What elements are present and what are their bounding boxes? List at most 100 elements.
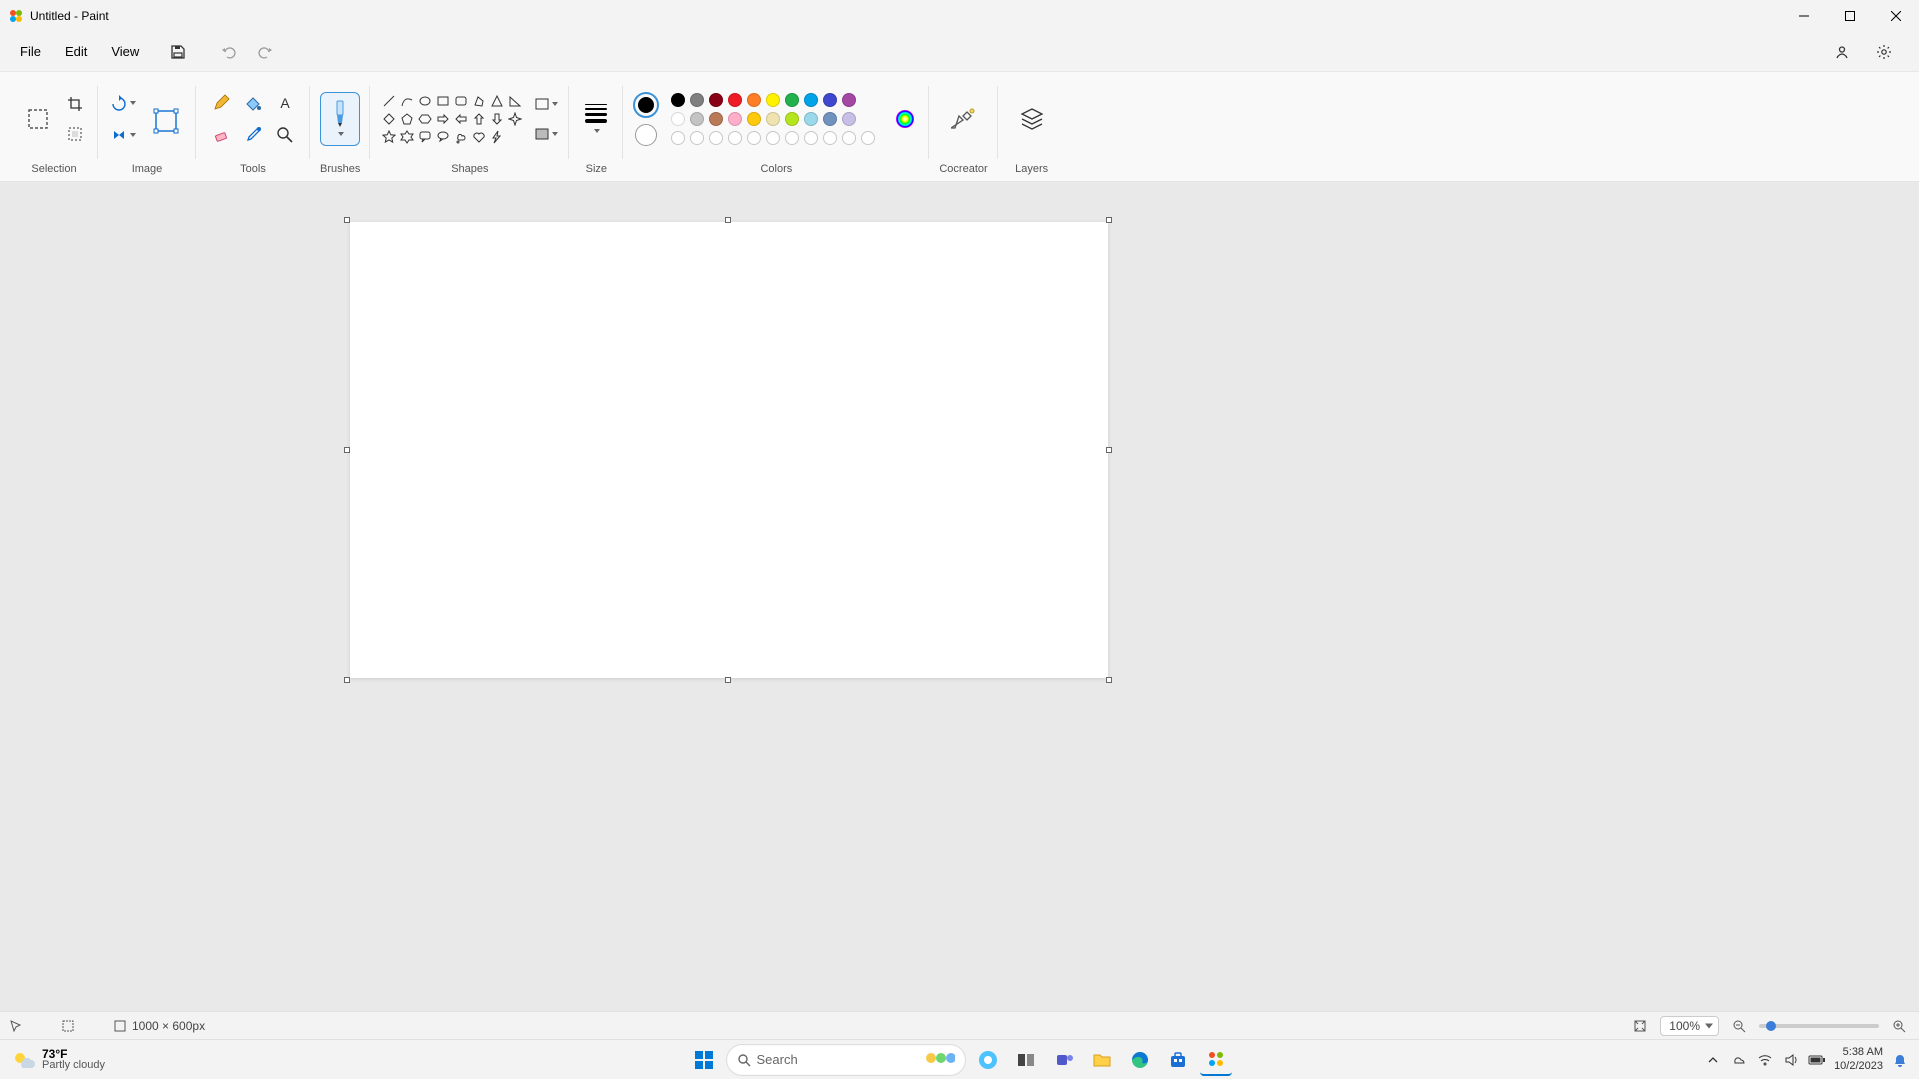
custom-color-slot[interactable] <box>671 131 685 145</box>
color-purple[interactable] <box>842 93 856 107</box>
layers-button[interactable] <box>1008 95 1056 143</box>
custom-color-slot[interactable] <box>785 131 799 145</box>
custom-color-slot[interactable] <box>861 131 875 145</box>
cocreator-button[interactable] <box>940 95 988 143</box>
save-button[interactable] <box>161 37 195 67</box>
custom-color-slot[interactable] <box>747 131 761 145</box>
minimize-button[interactable] <box>1781 0 1827 32</box>
color-dark-red[interactable] <box>709 93 723 107</box>
menu-file[interactable]: File <box>8 38 53 65</box>
transparent-selection-button[interactable] <box>62 122 88 146</box>
custom-color-slot[interactable] <box>804 131 818 145</box>
taskbar-file-explorer[interactable] <box>1086 1044 1118 1076</box>
tray-overflow[interactable] <box>1704 1051 1722 1069</box>
color-picker-tool[interactable] <box>238 120 268 150</box>
resize-handle[interactable] <box>344 447 350 453</box>
taskbar-store[interactable] <box>1162 1044 1194 1076</box>
account-button[interactable] <box>1825 37 1859 67</box>
brush-dropdown[interactable] <box>332 129 348 139</box>
start-button[interactable] <box>688 1044 720 1076</box>
resize-handle[interactable] <box>344 677 350 683</box>
zoom-out-button[interactable] <box>1729 1016 1749 1036</box>
color-brown[interactable] <box>709 112 723 126</box>
shapes-gallery[interactable] <box>380 92 523 145</box>
shape-arrow-down[interactable] <box>488 110 505 127</box>
zoom-slider[interactable] <box>1759 1024 1879 1028</box>
canvas[interactable] <box>350 222 1108 678</box>
taskbar-edge[interactable] <box>1124 1044 1156 1076</box>
shape-rounded-rect[interactable] <box>452 92 469 109</box>
resize-handle[interactable] <box>725 217 731 223</box>
shape-heart[interactable] <box>470 128 487 145</box>
color-gold[interactable] <box>747 112 761 126</box>
maximize-button[interactable] <box>1827 0 1873 32</box>
size-dropdown[interactable] <box>579 99 613 139</box>
taskbar-teams[interactable] <box>1048 1044 1080 1076</box>
color-1-button[interactable] <box>633 92 659 118</box>
color-blue-gray[interactable] <box>823 112 837 126</box>
shape-rectangle[interactable] <box>434 92 451 109</box>
canvas-workspace[interactable] <box>0 182 1919 1031</box>
tray-onedrive[interactable] <box>1730 1051 1748 1069</box>
tray-clock[interactable]: 5:38 AM 10/2/2023 <box>1834 1046 1883 1072</box>
tray-volume[interactable] <box>1782 1051 1800 1069</box>
shape-arrow-left[interactable] <box>452 110 469 127</box>
color-lavender[interactable] <box>842 112 856 126</box>
settings-button[interactable] <box>1867 37 1901 67</box>
resize-handle[interactable] <box>1106 677 1112 683</box>
shape-right-triangle[interactable] <box>506 92 523 109</box>
select-tool[interactable] <box>20 97 56 141</box>
shape-fill-dropdown[interactable] <box>533 122 559 146</box>
color-2-button[interactable] <box>635 124 657 146</box>
color-green[interactable] <box>785 93 799 107</box>
shape-5-point-star[interactable] <box>380 128 397 145</box>
resize-handle[interactable] <box>1106 447 1112 453</box>
resize-handle[interactable] <box>344 217 350 223</box>
custom-color-slot[interactable] <box>690 131 704 145</box>
color-indigo[interactable] <box>823 93 837 107</box>
taskbar-search[interactable]: Search <box>726 1044 966 1076</box>
shape-line[interactable] <box>380 92 397 109</box>
pencil-tool[interactable] <box>206 88 236 118</box>
redo-button[interactable] <box>249 37 283 67</box>
shape-arrow-right[interactable] <box>434 110 451 127</box>
resize-handle[interactable] <box>725 677 731 683</box>
shape-lightning[interactable] <box>488 128 505 145</box>
color-turquoise[interactable] <box>804 93 818 107</box>
custom-color-slot[interactable] <box>728 131 742 145</box>
custom-color-slot[interactable] <box>709 131 723 145</box>
text-tool[interactable]: A <box>270 88 300 118</box>
brush-tool[interactable] <box>320 92 360 146</box>
flip-button[interactable] <box>108 122 138 148</box>
shape-curve[interactable] <box>398 92 415 109</box>
fit-to-window-button[interactable] <box>1630 1016 1650 1036</box>
custom-color-slot[interactable] <box>842 131 856 145</box>
shape-oval[interactable] <box>416 92 433 109</box>
taskbar-task-view[interactable] <box>1010 1044 1042 1076</box>
color-light-turquoise[interactable] <box>804 112 818 126</box>
color-gray-50[interactable] <box>690 93 704 107</box>
menu-edit[interactable]: Edit <box>53 38 99 65</box>
color-yellow[interactable] <box>766 93 780 107</box>
shape-callout-cloud[interactable] <box>452 128 469 145</box>
shape-triangle[interactable] <box>488 92 505 109</box>
custom-color-slot[interactable] <box>766 131 780 145</box>
rotate-button[interactable] <box>108 90 138 116</box>
color-black[interactable] <box>671 93 685 107</box>
magnifier-tool[interactable] <box>270 120 300 150</box>
tray-notifications[interactable] <box>1891 1051 1909 1069</box>
close-button[interactable] <box>1873 0 1919 32</box>
crop-button[interactable] <box>62 92 88 116</box>
resize-skew-button[interactable] <box>146 101 186 141</box>
zoom-level-dropdown[interactable]: 100% <box>1660 1016 1719 1036</box>
custom-color-slot[interactable] <box>823 131 837 145</box>
color-red[interactable] <box>728 93 742 107</box>
edit-colors-button[interactable] <box>891 105 919 133</box>
tray-battery[interactable] <box>1808 1051 1826 1069</box>
shape-pentagon[interactable] <box>398 110 415 127</box>
shape-4-point-star[interactable] <box>506 110 523 127</box>
shape-6-point-star[interactable] <box>398 128 415 145</box>
shape-diamond[interactable] <box>380 110 397 127</box>
shape-callout-oval[interactable] <box>434 128 451 145</box>
shape-arrow-up[interactable] <box>470 110 487 127</box>
